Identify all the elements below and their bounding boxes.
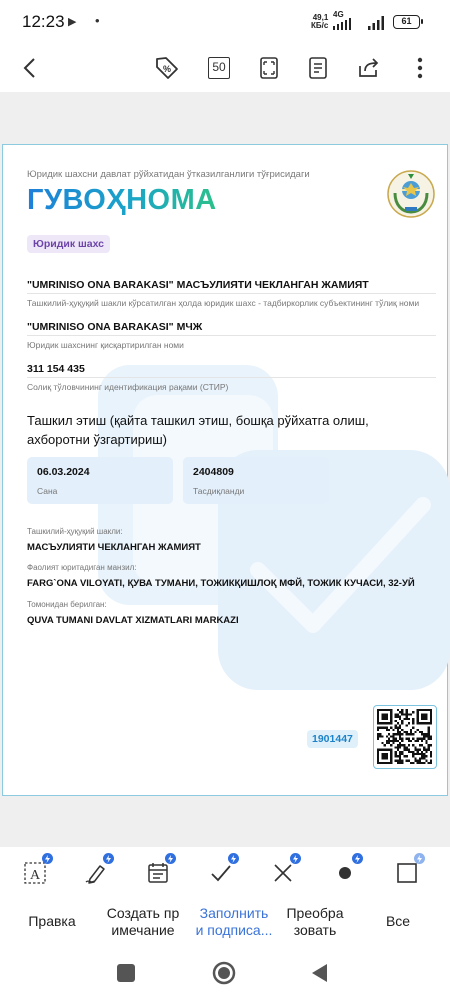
short-name-label: Юридик шахснинг қисқартирилган номи: [27, 340, 184, 350]
back-button[interactable]: [12, 50, 48, 86]
text-box-icon: A: [24, 862, 46, 884]
dot-tool[interactable]: [325, 853, 365, 889]
fit-page-icon: [260, 57, 278, 79]
full-name-label: Ташкилий-ҳуқуқий шакли кўрсатилган ҳолда…: [27, 298, 420, 308]
qr-code-icon: [377, 709, 432, 764]
document-subtitle: Юридик шахсни давлат рўйхатидан ўтказилг…: [27, 169, 310, 180]
cross-tool[interactable]: [263, 853, 303, 889]
back-nav-button[interactable]: [310, 963, 328, 983]
state-emblem-icon: [387, 170, 435, 218]
legal-form-value: МАСЪУЛИЯТИ ЧЕКЛАНГАН ЖАМИЯТ: [27, 542, 201, 553]
calendar-form-icon: [148, 863, 168, 883]
short-name-value: "UMRINISO ONA BARAKASI" МЧЖ: [27, 321, 203, 333]
bottom-tab-bar: Правка Создать пр имечание Заполнить и п…: [0, 897, 450, 952]
chevron-left-icon: [23, 58, 35, 78]
approval-number-box: 2404809 Тасдиқланди: [183, 457, 329, 504]
status-time: 12:23: [22, 12, 65, 31]
cross-icon: [274, 864, 292, 882]
svg-text:%: %: [163, 64, 171, 74]
top-toolbar: % 50: [0, 44, 450, 92]
approval-number-label: Тасдиқланди: [193, 486, 245, 496]
premium-bolt-icon: [228, 853, 239, 864]
tin-label: Солиқ тўловчининг идентификация рақами (…: [27, 382, 229, 392]
text-box-tool[interactable]: A: [15, 853, 55, 889]
document-title: ГУВОҲНОМА: [27, 184, 217, 216]
document-viewer[interactable]: Юридик шахсни давлат рўйхатидан ўтказилг…: [0, 92, 450, 847]
full-name-value: "UMRINISO ONA BARAKASI" МАСЪУЛИЯТИ ЧЕКЛА…: [27, 279, 369, 291]
qr-code[interactable]: [373, 705, 437, 769]
approval-number-value: 2404809: [193, 466, 234, 478]
network-speed: 49,1 КБ/с: [311, 14, 328, 30]
rectangle-tool[interactable]: [387, 853, 427, 889]
signal-icon-2: [368, 16, 384, 30]
battery-icon: 61: [393, 15, 423, 29]
premium-bolt-icon: [352, 853, 363, 864]
checkmark-tool[interactable]: [201, 853, 241, 889]
premium-bolt-icon: [165, 853, 176, 864]
tab-create-comment[interactable]: Создать пр имечание: [100, 905, 186, 939]
registration-section-title: Ташкил этиш (қайта ташкил этиш, бошқа рў…: [27, 413, 369, 447]
divider: [27, 377, 436, 378]
date-value: 06.03.2024: [37, 466, 90, 478]
speed-unit: КБ/с: [311, 21, 329, 30]
home-button[interactable]: [212, 961, 236, 985]
system-nav-bar: [0, 952, 450, 1000]
entity-type-badge: Юридик шахс: [27, 235, 110, 253]
recent-apps-button[interactable]: [117, 964, 135, 982]
discount-tag-button[interactable]: %: [149, 50, 185, 86]
notification-dot-icon: •: [95, 13, 100, 28]
premium-bolt-icon: [414, 853, 425, 864]
share-button[interactable]: [351, 50, 387, 86]
premium-bolt-icon: [290, 853, 301, 864]
play-icon: ▶: [68, 16, 77, 28]
tab-edit[interactable]: Правка: [22, 913, 82, 930]
registration-number-badge: 1901447: [307, 730, 358, 748]
reading-mode-button[interactable]: [300, 50, 336, 86]
tin-value: 311 154 435: [27, 363, 85, 375]
premium-bolt-icon: [103, 853, 114, 864]
pen-icon: [85, 865, 105, 884]
date-box: 06.03.2024 Сана: [27, 457, 173, 504]
issuer-label: Томонидан берилган:: [27, 600, 107, 609]
document-text-icon: [309, 57, 327, 79]
signal-icon: [333, 18, 351, 30]
annotation-toolbar: A: [0, 847, 450, 897]
page-count: 50: [208, 57, 230, 79]
more-options-button[interactable]: [402, 50, 438, 86]
page-count-button[interactable]: 50: [201, 50, 237, 86]
document-page: Юридик шахсни давлат рўйхатидан ўтказилг…: [2, 144, 450, 796]
divider: [27, 335, 436, 336]
share-icon: [359, 58, 379, 77]
tab-all[interactable]: Все: [380, 913, 416, 930]
square-icon: [397, 863, 417, 883]
draw-tool[interactable]: [76, 853, 116, 889]
svg-text:A: A: [30, 868, 41, 883]
date-label: Сана: [37, 486, 58, 496]
issuer-value: QUVA TUMANI DAVLAT XIZMATLARI MARKAZI: [27, 615, 239, 626]
tab-fill-and-sign[interactable]: Заполнить и подписа...: [192, 905, 276, 939]
dot-icon: [339, 867, 351, 879]
divider: [27, 293, 436, 294]
legal-form-label: Ташкилий-ҳуқуқий шакли:: [27, 527, 123, 536]
status-bar: 12:23 ▶ • 49,1 КБ/с 4G 61: [0, 0, 450, 44]
tab-convert[interactable]: Преобра зовать: [280, 905, 350, 939]
fit-page-button[interactable]: [251, 50, 287, 86]
more-vertical-icon: [417, 57, 423, 79]
address-label: Фаолият юритадиган манзил:: [27, 563, 137, 572]
discount-tag-icon: %: [156, 57, 178, 79]
checkmark-icon: [211, 865, 231, 882]
address-value: FARG`ONA VILOYATI, ҚУВА ТУМАНИ, ТОЖИКҚИШ…: [27, 578, 415, 589]
form-fill-tool[interactable]: [138, 853, 178, 889]
premium-bolt-icon: [42, 853, 53, 864]
